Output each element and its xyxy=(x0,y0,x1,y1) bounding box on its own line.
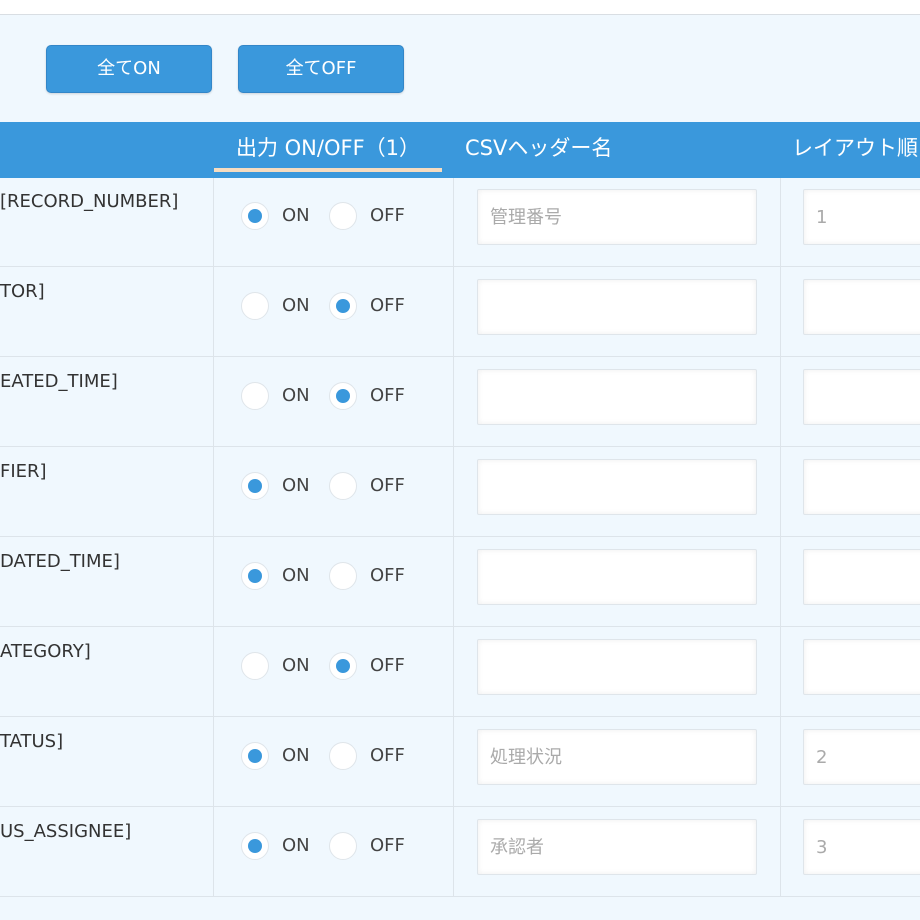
output-on-radio[interactable] xyxy=(241,742,269,770)
field-code: TOR] xyxy=(0,281,45,302)
layout-order-input[interactable] xyxy=(803,369,920,425)
table-row: FIER] ON OFF xyxy=(0,448,920,537)
output-on-radio[interactable] xyxy=(241,562,269,590)
header-csv-name: CSVヘッダー名 xyxy=(465,136,613,160)
output-on-label[interactable]: ON xyxy=(282,295,310,316)
table-row: US_ASSIGNEE] ON OFF xyxy=(0,808,920,897)
column-divider xyxy=(213,178,214,896)
output-off-label[interactable]: OFF xyxy=(370,295,405,316)
output-off-radio[interactable] xyxy=(329,832,357,860)
output-on-radio[interactable] xyxy=(241,202,269,230)
csv-header-input[interactable] xyxy=(477,459,757,515)
all-off-button[interactable]: 全てOFF xyxy=(238,45,404,93)
table-row: DATED_TIME] ON OFF xyxy=(0,538,920,627)
header-output-underline xyxy=(214,168,442,172)
field-code: TATUS] xyxy=(0,731,64,752)
output-on-label[interactable]: ON xyxy=(282,655,310,676)
layout-order-input[interactable] xyxy=(803,639,920,695)
output-off-label[interactable]: OFF xyxy=(370,655,405,676)
column-divider xyxy=(453,178,454,896)
output-off-radio[interactable] xyxy=(329,202,357,230)
output-on-label[interactable]: ON xyxy=(282,565,310,586)
table-row: [RECORD_NUMBER] ON OFF xyxy=(0,178,920,267)
header-output-onoff[interactable]: 出力 ON/OFF（1） xyxy=(214,122,442,178)
csv-header-input[interactable] xyxy=(477,279,757,335)
output-off-radio[interactable] xyxy=(329,382,357,410)
table-row: EATED_TIME] ON OFF xyxy=(0,358,920,447)
output-off-radio[interactable] xyxy=(329,562,357,590)
output-off-radio[interactable] xyxy=(329,292,357,320)
output-off-label[interactable]: OFF xyxy=(370,835,405,856)
csv-header-input[interactable] xyxy=(477,549,757,605)
output-off-radio[interactable] xyxy=(329,472,357,500)
layout-order-input[interactable] xyxy=(803,279,920,335)
output-off-radio[interactable] xyxy=(329,652,357,680)
field-code: FIER] xyxy=(0,461,47,482)
field-code: ATEGORY] xyxy=(0,641,91,662)
output-off-label[interactable]: OFF xyxy=(370,565,405,586)
field-code: US_ASSIGNEE] xyxy=(0,821,132,842)
column-divider xyxy=(780,178,781,896)
csv-header-input[interactable] xyxy=(477,189,757,245)
output-on-radio[interactable] xyxy=(241,292,269,320)
table-row: TATUS] ON OFF xyxy=(0,718,920,807)
output-on-radio[interactable] xyxy=(241,382,269,410)
field-code: DATED_TIME] xyxy=(0,551,120,572)
output-off-label[interactable]: OFF xyxy=(370,475,405,496)
layout-order-input[interactable] xyxy=(803,189,920,245)
output-on-radio[interactable] xyxy=(241,472,269,500)
layout-order-input[interactable] xyxy=(803,549,920,605)
csv-header-input[interactable] xyxy=(477,819,757,875)
output-on-radio[interactable] xyxy=(241,652,269,680)
top-bar xyxy=(0,0,920,15)
header-output-label: 出力 ON/OFF（1） xyxy=(235,136,421,160)
header-layout-order: レイアウト順 xyxy=(792,136,918,160)
table-row: ATEGORY] ON OFF xyxy=(0,628,920,717)
csv-header-input[interactable] xyxy=(477,369,757,425)
table-row: TOR] ON OFF xyxy=(0,268,920,357)
field-code: [RECORD_NUMBER] xyxy=(0,191,179,212)
field-code: EATED_TIME] xyxy=(0,371,118,392)
layout-order-input[interactable] xyxy=(803,819,920,875)
csv-header-input[interactable] xyxy=(477,729,757,785)
output-on-label[interactable]: ON xyxy=(282,205,310,226)
table-header: 出力 ON/OFF（1） CSVヘッダー名 レイアウト順 xyxy=(0,122,920,178)
output-off-label[interactable]: OFF xyxy=(370,205,405,226)
csv-header-input[interactable] xyxy=(477,639,757,695)
output-on-label[interactable]: ON xyxy=(282,745,310,766)
output-on-label[interactable]: ON xyxy=(282,385,310,406)
output-on-radio[interactable] xyxy=(241,832,269,860)
output-off-radio[interactable] xyxy=(329,742,357,770)
output-on-label[interactable]: ON xyxy=(282,835,310,856)
output-off-label[interactable]: OFF xyxy=(370,745,405,766)
all-on-button[interactable]: 全てON xyxy=(46,45,212,93)
output-on-label[interactable]: ON xyxy=(282,475,310,496)
layout-order-input[interactable] xyxy=(803,729,920,785)
layout-order-input[interactable] xyxy=(803,459,920,515)
output-off-label[interactable]: OFF xyxy=(370,385,405,406)
